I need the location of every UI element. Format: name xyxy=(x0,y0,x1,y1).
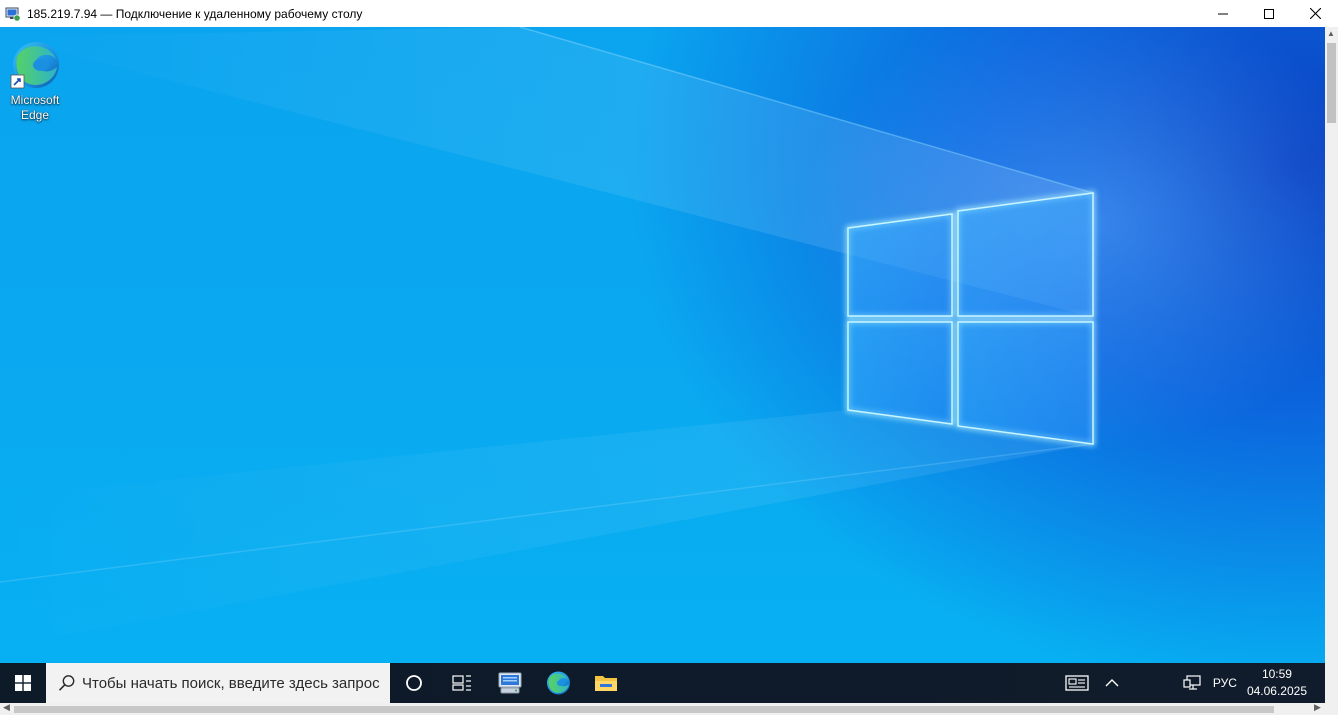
language-indicator[interactable]: РУС xyxy=(1213,676,1237,690)
file-explorer-button[interactable] xyxy=(582,663,630,703)
network-icon xyxy=(1183,675,1201,690)
cortana-button[interactable] xyxy=(390,663,438,703)
chevron-up-icon xyxy=(1105,679,1119,687)
windows-logo-icon xyxy=(15,675,31,691)
taskbar-search-box[interactable]: Чтобы начать поиск, введите здесь запрос xyxy=(46,663,390,703)
file-explorer-icon xyxy=(595,676,617,691)
remote-desktop[interactable]: Microsoft Edge xyxy=(0,27,1325,663)
system-tray: РУС 10:59 04.06.2025 xyxy=(1057,663,1325,703)
minimize-button[interactable] xyxy=(1200,0,1246,27)
window-controls xyxy=(1200,0,1338,27)
edge-icon xyxy=(547,671,570,695)
start-button[interactable] xyxy=(0,663,46,703)
edge-icon xyxy=(10,42,59,89)
search-icon xyxy=(58,675,75,691)
news-icon xyxy=(1065,675,1089,691)
taskbar: Чтобы начать поиск, введите здесь запрос xyxy=(0,663,1325,703)
maximize-icon xyxy=(1264,8,1274,19)
maximize-button[interactable] xyxy=(1246,0,1292,27)
clock-time: 10:59 xyxy=(1261,667,1292,681)
search-placeholder: Чтобы начать поиск, введите здесь запрос xyxy=(82,674,380,692)
clock-date: 04.06.2025 xyxy=(1246,684,1307,698)
server-manager-button[interactable] xyxy=(486,663,534,703)
close-icon xyxy=(1309,8,1321,19)
taskbar-edge-button[interactable] xyxy=(534,663,582,703)
scroll-up-icon[interactable]: ▲ xyxy=(1327,29,1335,38)
scroll-left-icon[interactable]: ◀ xyxy=(3,702,10,713)
window-title: 185.219.7.94 — Подключение к удаленному … xyxy=(27,6,363,21)
server-manager-icon xyxy=(498,672,522,694)
windows-hero-wallpaper xyxy=(0,27,1095,647)
desktop-icon-microsoft-edge[interactable]: Microsoft Edge xyxy=(5,39,65,123)
scroll-right-icon[interactable]: ▶ xyxy=(1314,702,1321,713)
desktop-icon-label: Microsoft Edge xyxy=(10,93,60,122)
network-button[interactable] xyxy=(1177,663,1207,703)
task-view-icon xyxy=(452,675,471,691)
vertical-scrollbar[interactable]: ▲ xyxy=(1325,27,1338,703)
close-button[interactable] xyxy=(1292,0,1338,27)
task-view-button[interactable] xyxy=(438,663,486,703)
news-button[interactable] xyxy=(1057,663,1097,703)
cortana-icon xyxy=(406,675,422,691)
minimize-icon xyxy=(1218,13,1228,14)
horizontal-scrollbar[interactable]: ◀ ▶ xyxy=(0,702,1338,715)
horizontal-scroll-thumb[interactable] xyxy=(14,706,1274,713)
remote-desktop-icon xyxy=(5,7,21,22)
show-hidden-icons-button[interactable] xyxy=(1097,663,1127,703)
vertical-scroll-thumb[interactable] xyxy=(1327,43,1336,123)
rdp-title-bar[interactable]: 185.219.7.94 — Подключение к удаленному … xyxy=(0,0,1338,27)
taskbar-clock[interactable]: 10:59 04.06.2025 xyxy=(1247,666,1307,700)
